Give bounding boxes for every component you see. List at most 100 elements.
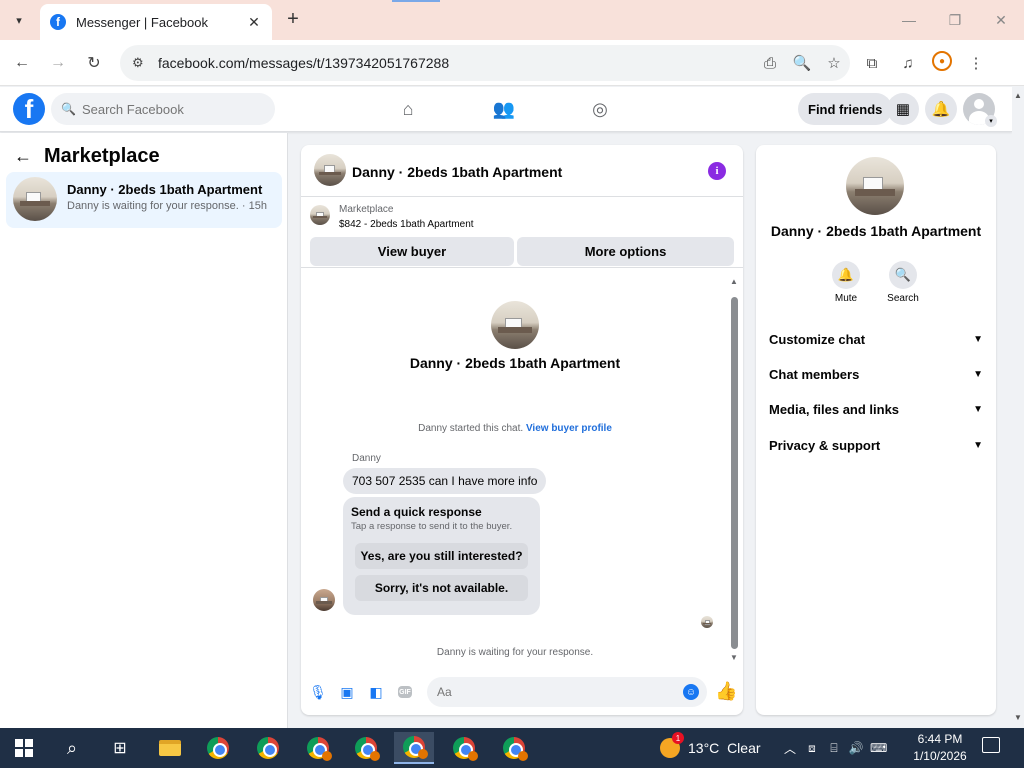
forward-arrow-icon[interactable]: →: [46, 51, 70, 75]
scroll-down-icon[interactable]: ▼: [1014, 713, 1022, 722]
scroll-up-icon[interactable]: ▲: [1014, 91, 1022, 100]
thumbs-up-icon[interactable]: 👍: [715, 681, 737, 702]
mute-action[interactable]: 🔔 Mute: [821, 261, 871, 304]
section-chat-members[interactable]: Chat members ▼: [769, 360, 983, 388]
search-icon[interactable]: 🔍: [889, 261, 917, 289]
extensions-icon[interactable]: ⧉: [860, 51, 884, 75]
chat-scroll-thumb[interactable]: [731, 297, 738, 649]
windows-start-icon[interactable]: [4, 732, 44, 764]
browser-tab-messenger[interactable]: f Messenger | Facebook ✕: [40, 4, 272, 40]
quick-response-interested[interactable]: Yes, are you still interested?: [355, 543, 528, 569]
reload-icon[interactable]: ↻: [82, 51, 106, 75]
chrome-taskbar-icon-6[interactable]: [444, 732, 484, 764]
marketplace-item-text: $842 - 2beds 1bath Apartment: [339, 219, 474, 230]
site-settings-icon[interactable]: ⚙: [132, 55, 150, 71]
page-scrollbar[interactable]: ▲ ▼: [1012, 87, 1024, 727]
facebook-logo-icon[interactable]: f: [13, 93, 45, 125]
url-text[interactable]: facebook.com/messages/t/1397342051767288: [158, 55, 754, 71]
seen-indicator-avatar: [701, 616, 713, 628]
chat-scroll-down-icon[interactable]: ▼: [730, 653, 738, 662]
conversation-item[interactable]: Danny · 2beds 1bath Apartment Danny is w…: [6, 172, 282, 228]
account-chevron-icon[interactable]: ▾: [985, 115, 997, 127]
network-icon[interactable]: ⌸: [826, 741, 842, 756]
menu-grid-icon[interactable]: ▦: [887, 93, 919, 125]
system-clock[interactable]: 6:44 PM 1/10/2026: [912, 731, 968, 765]
gif-icon[interactable]: GIF: [398, 686, 412, 698]
weather-widget[interactable]: 1 13°C Clear: [660, 728, 761, 768]
zoom-icon[interactable]: 🔍: [786, 45, 818, 81]
sticker-icon[interactable]: ◧: [367, 683, 385, 701]
view-buyer-profile-link[interactable]: View buyer profile: [526, 423, 612, 434]
file-explorer-icon[interactable]: [150, 732, 190, 764]
quick-response-subtitle: Tap a response to send it to the buyer.: [351, 521, 513, 532]
chrome-taskbar-icon-4[interactable]: [346, 732, 386, 764]
restore-icon[interactable]: ❐: [932, 0, 978, 40]
chat-scroll-up-icon[interactable]: ▲: [730, 277, 738, 286]
section-label: Customize chat: [769, 331, 866, 347]
install-app-icon[interactable]: ⎙: [754, 45, 786, 81]
notifications-bell-icon[interactable]: 🔔: [925, 93, 957, 125]
message-input[interactable]: [437, 685, 677, 699]
emoji-icon[interactable]: ☺: [683, 684, 699, 700]
task-view-icon[interactable]: ⊞: [100, 732, 140, 764]
chrome-taskbar-icon-1[interactable]: [198, 732, 238, 764]
facebook-search[interactable]: 🔍: [51, 93, 275, 125]
media-control-icon[interactable]: ♫: [896, 51, 920, 75]
close-window-icon[interactable]: ✕: [978, 0, 1024, 40]
bookmark-star-icon[interactable]: ☆: [818, 45, 850, 81]
photo-attach-icon[interactable]: ▣: [338, 683, 356, 701]
chevron-down-icon: ▼: [973, 368, 983, 380]
chat-header-photo[interactable]: [314, 154, 346, 186]
section-privacy-support[interactable]: Privacy & support ▼: [769, 431, 983, 459]
more-options-button[interactable]: More options: [517, 237, 734, 266]
waiting-notice: Danny is waiting for your response.: [436, 647, 594, 658]
chat-details-panel: Danny · 2beds 1bath Apartment 🔔 Mute 🔍 S…: [756, 145, 996, 715]
notification-center-icon[interactable]: [982, 737, 1000, 753]
address-bar[interactable]: ⚙ facebook.com/messages/t/13973420517672…: [120, 45, 850, 81]
info-icon[interactable]: i: [708, 162, 726, 180]
sender-avatar[interactable]: [313, 589, 335, 611]
tab-close-icon[interactable]: ✕: [246, 14, 262, 31]
facebook-search-input[interactable]: [81, 101, 262, 117]
chrome-taskbar-icon-7[interactable]: [494, 732, 534, 764]
microphone-icon[interactable]: 🎙: [309, 683, 327, 701]
friends-icon[interactable]: 👥: [492, 97, 516, 121]
back-arrow-icon[interactable]: ←: [10, 51, 34, 75]
view-buyer-button[interactable]: View buyer: [310, 237, 514, 266]
message-input-wrapper[interactable]: ☺: [427, 677, 707, 707]
bell-icon[interactable]: 🔔: [832, 261, 860, 289]
started-text: Danny started this chat.: [418, 423, 524, 434]
temperature: 13°C: [688, 740, 720, 756]
new-tab-button[interactable]: +: [282, 8, 304, 30]
search-action[interactable]: 🔍 Search: [878, 261, 928, 304]
section-customize-chat[interactable]: Customize chat ▼: [769, 325, 983, 353]
keyboard-icon[interactable]: ⌨: [870, 741, 887, 755]
chrome-taskbar-icon-2[interactable]: [248, 732, 288, 764]
quick-response-not-available[interactable]: Sorry, it's not available.: [355, 575, 528, 601]
find-friends-button[interactable]: Find friends: [798, 93, 893, 125]
chat-started-notice: Danny started this chat. View buyer prof…: [301, 423, 729, 434]
meet-now-icon[interactable]: ⧈: [804, 741, 820, 756]
active-taskbar-app[interactable]: [394, 732, 434, 764]
taskbar-search-icon[interactable]: ⌕: [52, 732, 92, 764]
section-media-files-links[interactable]: Media, files and links ▼: [769, 395, 983, 423]
details-profile-photo: [846, 157, 904, 215]
chat-title[interactable]: Danny · 2beds 1bath Apartment: [352, 164, 562, 180]
chrome-taskbar-icon-3[interactable]: [298, 732, 338, 764]
browser-menu-icon[interactable]: ⋮: [964, 51, 988, 75]
sender-name: Danny: [352, 453, 381, 464]
profile-icon[interactable]: ●: [932, 51, 952, 71]
show-hidden-icons-chevron-icon[interactable]: ︿: [782, 740, 798, 757]
volume-icon[interactable]: 🔊: [848, 741, 864, 755]
chrome-icon: [207, 737, 229, 759]
facebook-favicon-icon: f: [50, 14, 66, 30]
groups-icon[interactable]: ◎: [588, 97, 612, 121]
chat-scrollbar[interactable]: ▲ ▼: [729, 275, 739, 665]
chevron-down-icon: ▼: [973, 403, 983, 415]
tab-search-chevron-icon[interactable]: ▾: [8, 9, 30, 31]
chat-profile-name: Danny · 2beds 1bath Apartment: [409, 355, 621, 371]
minimize-icon[interactable]: —: [886, 0, 932, 40]
back-arrow-icon[interactable]: ←: [14, 146, 32, 167]
message-bubble[interactable]: 703 507 2535 can I have more info: [343, 468, 547, 494]
home-icon[interactable]: ⌂: [396, 97, 420, 121]
